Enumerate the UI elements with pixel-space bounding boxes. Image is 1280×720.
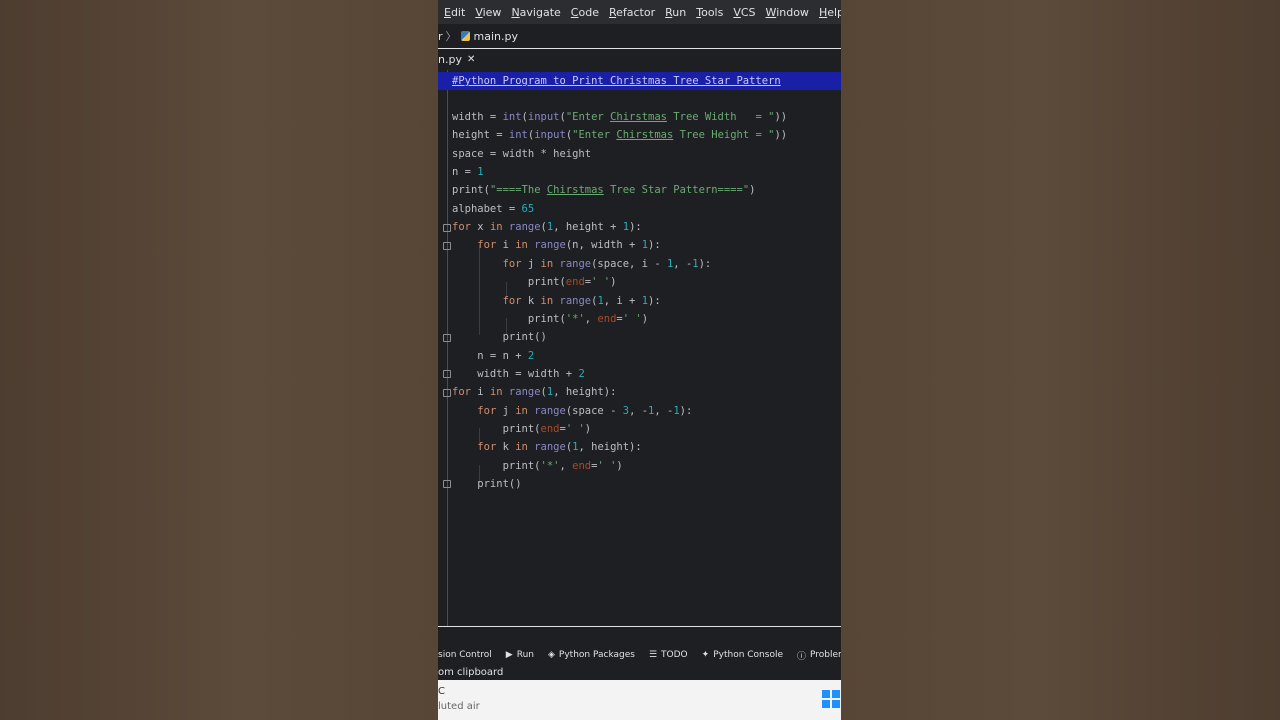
code-line: for i in range(1, height): [452,386,617,399]
menu-vcs[interactable]: VCS [733,6,755,19]
ide-window: Edit View Navigate Code Refactor Run Too… [438,0,841,720]
tool-todo[interactable]: ☰ TODO [649,650,688,660]
python-file-icon [460,31,470,41]
weather-label: C [438,686,445,697]
gutter-divider [447,70,448,626]
close-icon[interactable]: ✕ [467,54,475,65]
breadcrumb-prefix[interactable]: r [438,30,443,43]
menu-bar: Edit View Navigate Code Refactor Run Too… [438,0,841,24]
tab-label: n.py [438,53,462,66]
status-message: om clipboard [438,666,504,678]
menu-tools[interactable]: Tools [696,6,723,19]
windows-start-icon[interactable] [822,690,840,708]
code-line: print(end=' ') [452,422,592,435]
menu-help[interactable]: Help [819,6,841,19]
code-editor[interactable]: #Python Program to Print Christmas Tree … [438,70,841,626]
breadcrumb-file[interactable]: main.py [474,30,518,43]
fold-marker-icon[interactable] [443,224,451,232]
code-line: for j in range(space - 3, -1, -1): [477,404,693,417]
fold-marker-icon[interactable] [443,334,451,342]
editor-tabs: n.py ✕ [438,49,841,72]
code-line: print(end=' ') [452,276,617,289]
code-line: width = int(input("Enter Chirstmas Tree … [452,111,788,123]
code-line-comment: #Python Program to Print Christmas Tree … [452,75,781,87]
code-line: print() [452,331,547,344]
menu-navigate[interactable]: Navigate [511,6,560,19]
code-line: space = width * height [452,147,592,160]
code-line: for x in range(1, height + 1): [452,221,642,234]
tab-main-py[interactable]: n.py ✕ [438,49,480,72]
menu-view[interactable]: View [475,6,501,19]
list-icon: ☰ [648,650,658,660]
console-icon: ✦ [701,650,710,660]
code-line: for i in range(n, width + 1): [477,239,661,252]
windows-taskbar: C luted air [438,680,841,720]
fold-marker-icon[interactable] [443,242,451,250]
tool-problems[interactable]: ⓘProblem [797,649,841,662]
code-line: for k in range(1, i + 1): [502,294,661,307]
weather-description: luted air [438,701,480,712]
code-line: print() [452,478,522,490]
background-left [0,0,438,720]
background-right [841,0,1280,720]
fold-marker-icon[interactable] [443,480,451,488]
tool-python-packages[interactable]: ◈ Python Packages [548,650,635,660]
code-line: print('*', end=' ') [452,312,649,325]
tool-window-bar: sion Control ▶ Run ◈ Python Packages ☰ TODO… [438,646,841,664]
fold-marker-icon[interactable] [443,389,451,397]
tool-run[interactable]: ▶ Run [506,650,534,660]
tool-python-console[interactable]: ✦ Python Console [702,650,783,660]
code-line: n = 1 [452,166,484,179]
menu-window[interactable]: Window [766,6,809,19]
layers-icon: ◈ [547,650,555,660]
code-line: height = int(input("Enter Chirstmas Tree… [452,129,788,142]
editor-bottom-edge [438,626,841,647]
menu-code[interactable]: Code [571,6,599,19]
status-bar: om clipboard [438,664,841,680]
code-line: for k in range(1, height): [477,441,642,454]
code-line: alphabet = 65 [452,202,535,215]
menu-refactor[interactable]: Refactor [609,6,655,19]
play-icon: ▶ [505,650,513,660]
navigation-bar: r 〉 main.py [438,24,841,49]
code-line: print("====The Chirstmas Tree Star Patte… [452,184,756,197]
code-line: for j in range(space, i - 1, -1): [502,257,712,270]
menu-edit[interactable]: Edit [444,6,465,19]
chevron-right-icon: 〉 [445,30,457,43]
fold-marker-icon[interactable] [443,370,451,378]
code-line: print('*', end=' ') [452,459,623,472]
code-line: n = n + 2 [452,349,535,362]
menu-run[interactable]: Run [665,6,686,19]
code-line: width = width + 2 [452,367,585,380]
info-icon: ⓘ [797,651,807,662]
tool-version-control[interactable]: sion Control [438,650,492,660]
